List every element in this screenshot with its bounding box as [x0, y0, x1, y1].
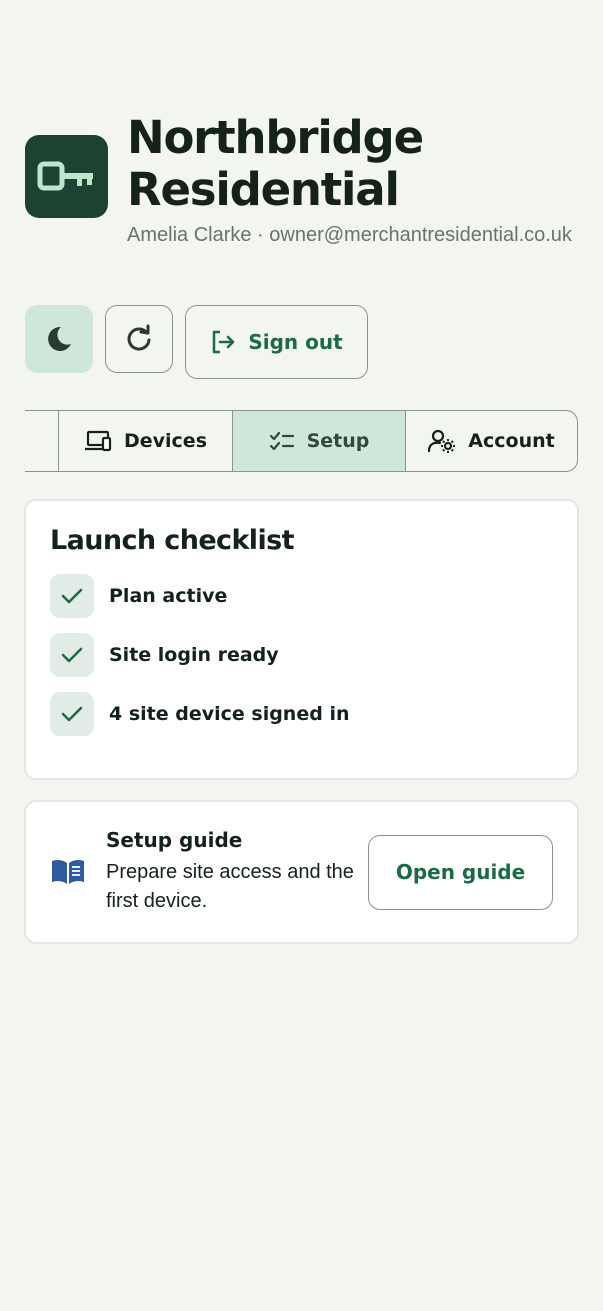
launch-checklist-card: Launch checklist Plan active Site login …: [24, 499, 579, 780]
checklist-icon: [269, 431, 294, 451]
tab-account[interactable]: Account: [405, 411, 577, 471]
checklist-item: 4 site device signed in: [50, 692, 553, 736]
check-icon: [50, 633, 94, 677]
account-info: Amelia Clarke · owner@merchantresidentia…: [127, 224, 572, 246]
tab-setup[interactable]: Setup: [232, 411, 405, 471]
key-icon: [37, 161, 93, 190]
guide-title: Setup guide: [106, 828, 243, 852]
tab-hidden[interactable]: [25, 411, 58, 471]
refresh-icon: [127, 324, 151, 351]
user-settings-icon: [428, 429, 456, 453]
theme-toggle-button[interactable]: [25, 305, 93, 373]
page-title: Northbridge Residential: [127, 111, 424, 216]
checklist-item-label: Plan active: [109, 585, 228, 607]
tab-account-label: Account: [468, 430, 555, 452]
sign-out-icon: [213, 330, 235, 354]
tab-bar: Devices Setup Account: [25, 410, 578, 472]
checklist-item: Plan active: [50, 574, 553, 618]
app-logo: [25, 135, 108, 218]
moon-icon: [48, 326, 71, 351]
tab-setup-label: Setup: [306, 430, 370, 452]
tab-devices-label: Devices: [123, 430, 207, 452]
sign-out-button[interactable]: Sign out: [185, 305, 368, 379]
check-icon: [50, 574, 94, 618]
checklist-item-label: 4 site device signed in: [109, 703, 350, 725]
book-icon: [50, 858, 90, 886]
checklist-item-label: Site login ready: [109, 644, 279, 666]
tab-devices[interactable]: Devices: [58, 411, 232, 471]
open-guide-button[interactable]: Open guide: [368, 834, 553, 910]
header-actions: Sign out: [25, 305, 368, 379]
checklist-item: Site login ready: [50, 633, 553, 677]
sign-out-label: Sign out: [248, 330, 343, 354]
refresh-button[interactable]: [105, 305, 173, 373]
app-header: Northbridge Residential Amelia Clarke · …: [25, 112, 585, 250]
checklist-title: Launch checklist: [50, 525, 294, 556]
check-icon: [50, 692, 94, 736]
guide-description: Prepare site access and the first device…: [106, 861, 354, 912]
devices-icon: [84, 430, 112, 452]
setup-guide-card: Setup guide Prepare site access and the …: [24, 800, 579, 944]
